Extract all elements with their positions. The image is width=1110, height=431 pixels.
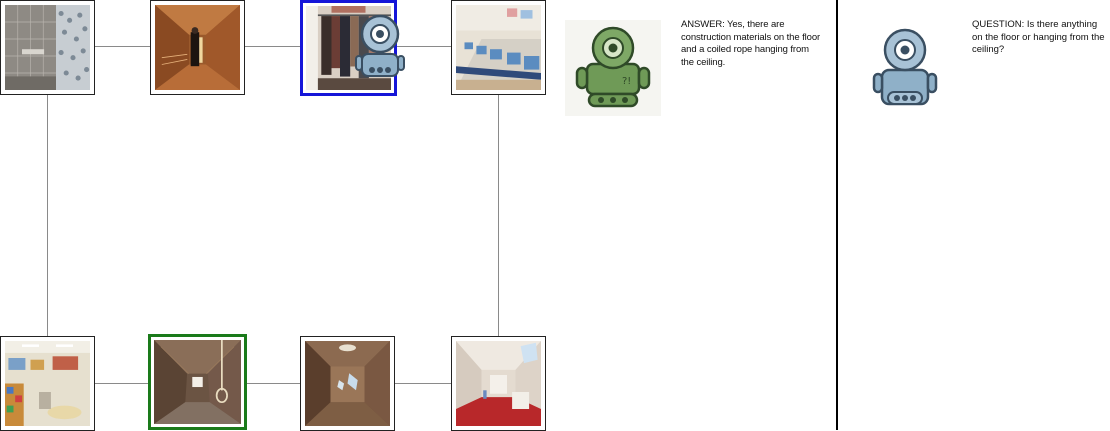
answerer-robot-icon: ?! <box>565 20 661 116</box>
scene-image-classroom <box>5 341 90 426</box>
graph-node-attic-rope-target[interactable] <box>148 334 247 430</box>
edge-5-6 <box>246 383 302 384</box>
question-text: QUESTION: Is there anything on the floor… <box>972 19 1105 55</box>
agent-robot-icon <box>354 14 406 80</box>
panel-divider <box>836 0 838 430</box>
graph-node-classroom[interactable] <box>0 336 95 431</box>
svg-text:?!: ?! <box>622 76 631 87</box>
graph-node-bathroom[interactable] <box>0 0 95 95</box>
scene-image-attic-rope <box>154 340 241 424</box>
scene-image-computer-lab <box>456 5 541 90</box>
graph-node-attic-wood[interactable] <box>150 0 245 95</box>
edge-3-7 <box>498 94 499 338</box>
edge-0-4 <box>47 94 48 338</box>
edge-6-7 <box>394 383 452 384</box>
edge-1-2 <box>244 46 302 47</box>
scene-image-bathroom <box>5 5 90 90</box>
scene-image-attic-red-carpet <box>456 341 541 426</box>
scene-image-attic-wood <box>155 5 240 90</box>
graph-node-computer-lab[interactable] <box>451 0 546 95</box>
graph-node-attic-skylight[interactable] <box>300 336 395 431</box>
navigation-graph: ?! ANSWER: Yes, there are construction m… <box>0 0 1110 431</box>
answer-text: ANSWER: Yes, there are construction mate… <box>681 19 821 68</box>
scene-image-attic-skylight <box>305 341 390 426</box>
edge-0-1 <box>94 46 152 47</box>
edge-4-5 <box>94 383 150 384</box>
graph-node-attic-red-carpet[interactable] <box>451 336 546 431</box>
questioner-robot-icon <box>872 28 938 108</box>
